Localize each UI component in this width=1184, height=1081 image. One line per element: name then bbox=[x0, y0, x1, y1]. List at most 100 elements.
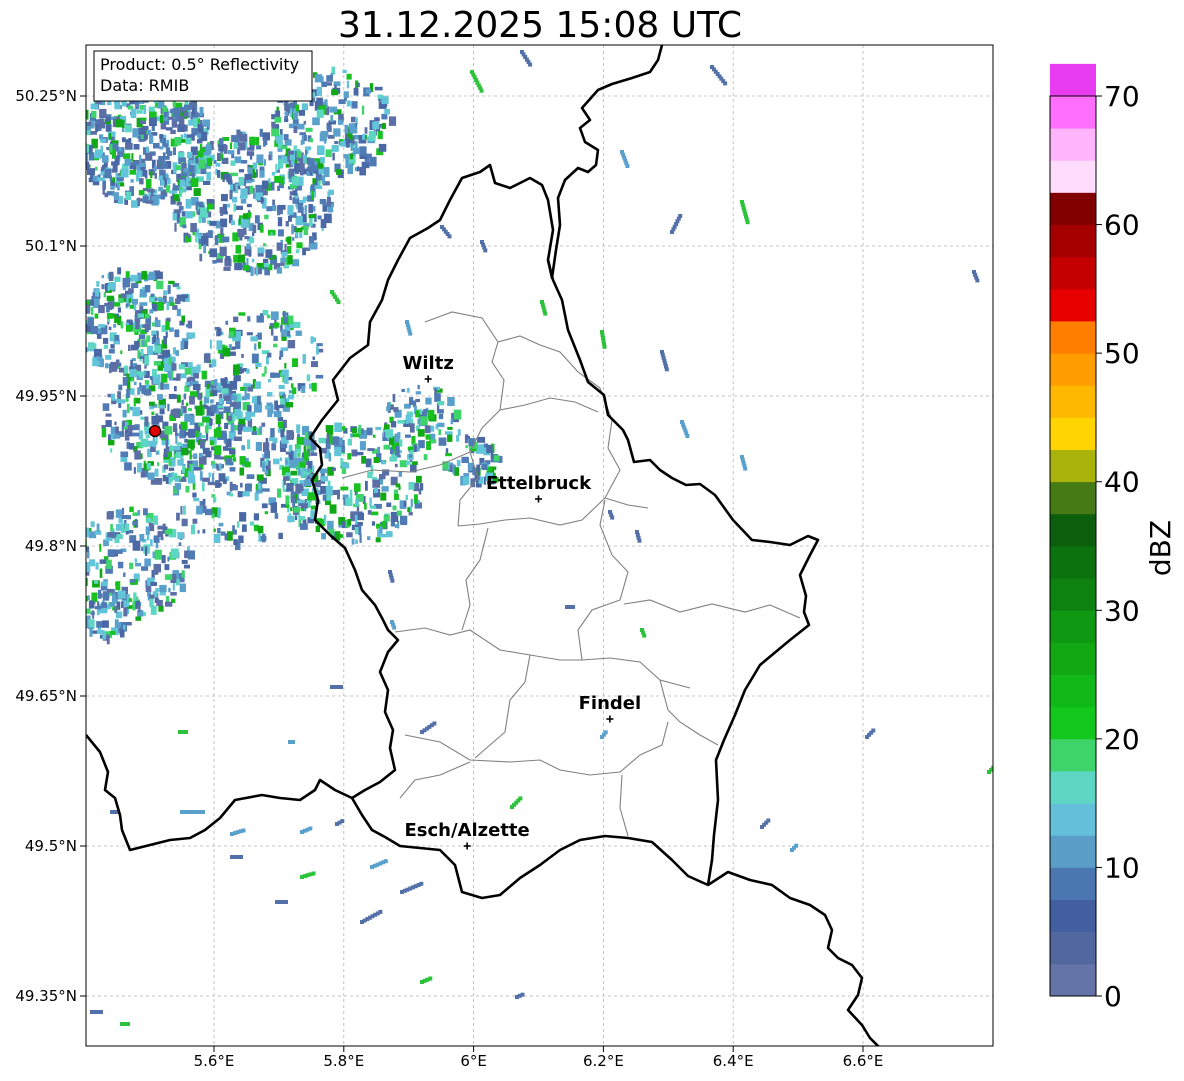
echo-cell bbox=[338, 119, 343, 125]
echo-streak bbox=[760, 818, 771, 829]
echo-cell bbox=[128, 598, 133, 602]
echo-cell bbox=[154, 319, 161, 328]
echo-cell bbox=[102, 403, 110, 411]
echo-cell bbox=[109, 144, 113, 153]
echo-cell bbox=[291, 259, 300, 267]
echo-cell bbox=[126, 403, 130, 414]
echo-cell bbox=[361, 105, 365, 115]
echo-cell bbox=[77, 125, 84, 131]
echo-cell bbox=[103, 292, 106, 298]
echo-cell bbox=[150, 171, 153, 179]
echo-cell bbox=[110, 344, 115, 349]
echo-cell bbox=[173, 408, 181, 418]
echo-cell bbox=[411, 461, 418, 465]
echo-cell bbox=[163, 383, 170, 390]
echo-cell bbox=[107, 549, 115, 557]
echo-cell bbox=[264, 450, 271, 459]
echo-cell bbox=[285, 402, 294, 408]
echo-cell bbox=[145, 384, 150, 389]
echo-cell bbox=[189, 415, 195, 425]
city-label: Findel bbox=[579, 693, 642, 714]
echo-cell bbox=[202, 417, 210, 423]
echo-cell bbox=[88, 307, 91, 312]
echo-cell bbox=[146, 335, 151, 342]
echo-cell bbox=[282, 312, 289, 316]
echo-cell bbox=[326, 196, 331, 207]
echo-cell bbox=[434, 393, 441, 402]
echo-cell bbox=[158, 156, 166, 164]
echo-cell bbox=[266, 206, 273, 212]
echo-cell bbox=[180, 506, 183, 515]
echo-cell bbox=[192, 518, 198, 524]
echo-cell bbox=[261, 373, 266, 377]
echo-cell bbox=[128, 298, 132, 303]
echo-cell bbox=[220, 206, 224, 216]
echo-cell bbox=[291, 176, 299, 186]
echo-cell bbox=[265, 438, 269, 443]
echo-cell bbox=[407, 507, 411, 513]
echo-cell bbox=[243, 213, 249, 220]
echo-cell bbox=[379, 526, 383, 534]
echo-cell bbox=[158, 175, 163, 181]
echo-cell bbox=[175, 350, 180, 356]
lon-tick-label: 5.8°E bbox=[323, 1052, 364, 1070]
echo-cell bbox=[329, 106, 338, 113]
echo-cell bbox=[106, 511, 114, 520]
echo-cell bbox=[117, 391, 121, 401]
echo-cell bbox=[149, 309, 154, 314]
echo-cell bbox=[184, 438, 188, 443]
echo-cell bbox=[256, 145, 262, 150]
echo-cell bbox=[114, 335, 120, 341]
echo-cell bbox=[319, 468, 328, 474]
echo-cell bbox=[101, 602, 108, 608]
echo-cell bbox=[287, 236, 292, 245]
echo-cell bbox=[228, 331, 234, 338]
echo-cell bbox=[202, 482, 205, 492]
echo-cell bbox=[294, 507, 301, 513]
echo-cell bbox=[134, 558, 138, 563]
echo-cell bbox=[193, 497, 200, 502]
echo-cell bbox=[246, 332, 253, 336]
echo-cell bbox=[405, 494, 408, 501]
echo-cell bbox=[239, 512, 247, 522]
echo-cell bbox=[131, 432, 140, 437]
echo-cell bbox=[188, 428, 195, 438]
echo-cell bbox=[172, 305, 178, 310]
echo-cell bbox=[221, 159, 229, 164]
echo-cell bbox=[312, 337, 317, 342]
echo-cell bbox=[347, 453, 352, 460]
echo-cell bbox=[98, 304, 105, 314]
echo-cell bbox=[114, 192, 119, 201]
echo-cell bbox=[137, 313, 144, 318]
echo-cell bbox=[264, 214, 269, 220]
echo-cell bbox=[113, 434, 121, 439]
echo-cell bbox=[96, 333, 102, 339]
echo-cell bbox=[127, 380, 131, 391]
echo-cell bbox=[246, 243, 251, 250]
echo-cell bbox=[121, 515, 130, 519]
echo-cell bbox=[132, 521, 138, 526]
echo-cell bbox=[318, 437, 327, 444]
echo-cell bbox=[75, 323, 79, 330]
echo-cell bbox=[105, 413, 112, 417]
echo-cell bbox=[126, 388, 130, 398]
echo-cell bbox=[287, 205, 294, 215]
echo-cell bbox=[180, 172, 188, 177]
echo-cell bbox=[230, 142, 233, 150]
echo-cell bbox=[248, 250, 251, 257]
echo-cell bbox=[382, 520, 387, 529]
echo-cell bbox=[257, 525, 264, 534]
echo-cell bbox=[406, 387, 410, 393]
echo-cell bbox=[149, 111, 157, 119]
echo-cell bbox=[306, 374, 311, 382]
echo-cell bbox=[240, 188, 248, 197]
echo-cell bbox=[128, 344, 131, 351]
echo-cell bbox=[143, 389, 152, 396]
echo-cell bbox=[97, 177, 105, 181]
echo-cell bbox=[238, 418, 246, 425]
echo-cell bbox=[300, 523, 308, 530]
echo-cell bbox=[365, 88, 372, 94]
echo-cell bbox=[397, 432, 401, 439]
echo-cell bbox=[332, 152, 335, 161]
echo-cell bbox=[381, 113, 388, 120]
